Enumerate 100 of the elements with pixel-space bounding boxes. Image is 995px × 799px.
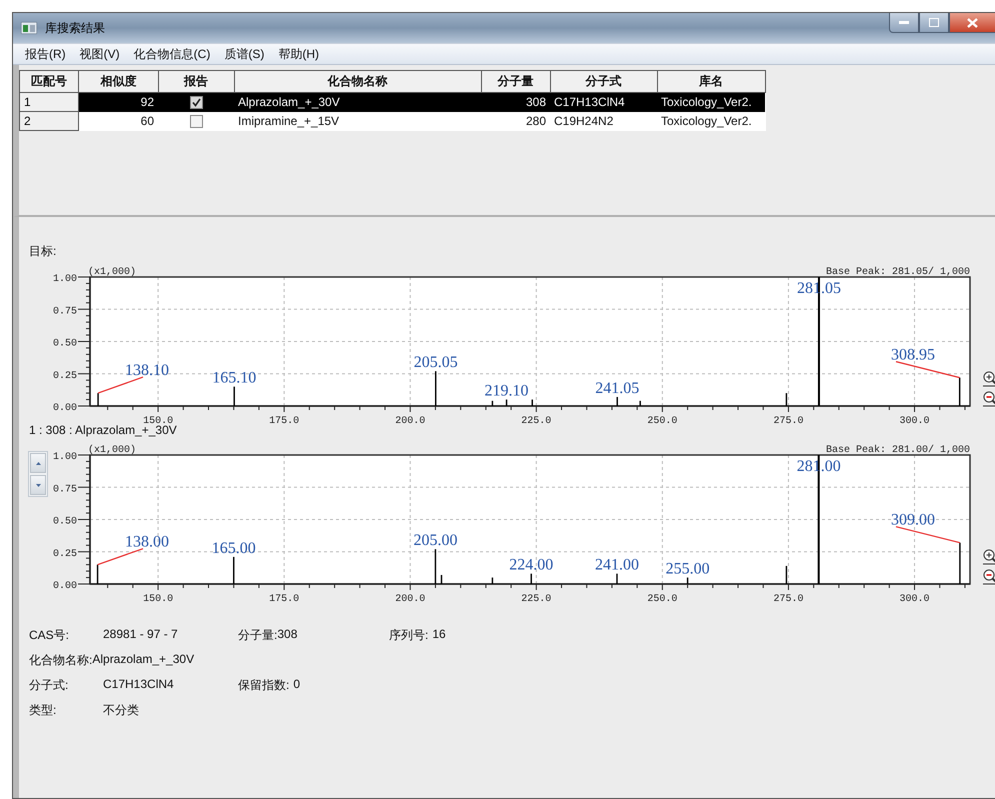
leader-line xyxy=(97,548,144,566)
axis-tick-label: 200.0 xyxy=(395,416,426,427)
axis-tick-label: 0.25 xyxy=(52,548,77,560)
maximize-icon xyxy=(929,18,939,27)
maximize-button[interactable] xyxy=(919,13,949,33)
app-icon xyxy=(21,22,37,34)
column-header[interactable]: 化合物名称 xyxy=(234,70,481,92)
field-value: 308 xyxy=(277,626,298,642)
leader-line xyxy=(896,361,960,378)
row-header[interactable]: 2 xyxy=(20,112,78,130)
column-header[interactable]: 匹配号 xyxy=(20,70,78,92)
zoom-in-icon[interactable] xyxy=(983,371,995,387)
peak-label: 219.10 xyxy=(484,382,529,400)
column-header[interactable]: 相似度 xyxy=(78,70,158,92)
field-label: 序列号: xyxy=(389,626,428,644)
column-header[interactable]: 报告 xyxy=(158,70,234,92)
axis-tick-label: 250.0 xyxy=(647,594,678,605)
axis-tick-label: 150.0 xyxy=(143,594,174,605)
leader-line xyxy=(98,376,144,394)
field-value: 0 xyxy=(293,676,300,692)
checkbox[interactable] xyxy=(190,115,202,128)
peak-label: 138.10 xyxy=(125,362,169,380)
field-value: 16 xyxy=(432,626,446,642)
close-button[interactable] xyxy=(949,13,995,33)
triangle-up-icon xyxy=(36,462,40,464)
leader-line xyxy=(896,526,960,544)
peak-label: 241.00 xyxy=(595,556,639,574)
menu-item[interactable]: 视图(V) xyxy=(80,46,120,62)
peak-label: 165.10 xyxy=(212,370,256,387)
axis-tick-label: 300.0 xyxy=(900,594,930,605)
table-cell: 60 xyxy=(78,112,158,130)
table-cell: 92 xyxy=(78,92,158,112)
menu-item[interactable]: 化合物信息(C) xyxy=(134,46,210,62)
row-header[interactable]: 1 xyxy=(20,92,78,112)
column-header[interactable]: 分子量 xyxy=(481,70,550,92)
peak-label: 165.00 xyxy=(212,540,256,557)
table-cell: C19H24N2 xyxy=(550,112,657,130)
peak-label: 309.00 xyxy=(891,512,935,529)
peak-label: 138.00 xyxy=(125,534,169,551)
axis-tick-label: 0.00 xyxy=(52,403,77,414)
up-button[interactable] xyxy=(30,453,46,473)
down-button[interactable] xyxy=(30,475,46,495)
peak-label: 205.00 xyxy=(413,532,458,550)
checkbox[interactable] xyxy=(190,96,202,110)
axis-tick-label: 0.00 xyxy=(52,581,77,592)
menu-item[interactable]: 帮助(H) xyxy=(278,46,320,62)
axis-tick-label: 200.0 xyxy=(395,594,426,605)
axis-tick-label: 1.00 xyxy=(52,274,77,285)
field-value: C17H13ClN4 xyxy=(103,676,174,692)
field-label: CAS号: xyxy=(29,626,70,644)
field-label: 分子量: xyxy=(238,626,278,644)
field-label: 化合物名称: xyxy=(29,652,92,668)
axis-tick-label: 275.0 xyxy=(773,594,804,605)
axis-tick-label: 225.0 xyxy=(521,594,552,605)
close-icon xyxy=(967,18,978,28)
table-cell: 308 xyxy=(481,92,550,112)
table-cell: C17H13ClN4 xyxy=(550,92,657,112)
scale-label: (x1,000) xyxy=(88,267,136,278)
axis-tick-label: 300.0 xyxy=(900,416,930,427)
menu-item[interactable]: 报告(R) xyxy=(25,46,66,62)
triangle-down-icon xyxy=(36,484,40,486)
table-row[interactable]: 1 92 Alprazolam_+_30V 308 C17H13ClN4 Toxicology_Ver2. xyxy=(20,92,765,112)
window-title: 库搜索结果 xyxy=(45,20,105,36)
scale-label: (x1,000) xyxy=(88,445,136,456)
field-value: Alprazolam_+_30V xyxy=(92,652,194,668)
table-cell: Toxicology_Ver2. xyxy=(657,92,765,112)
zoom-out-icon[interactable] xyxy=(983,391,995,407)
peak-label: 241.05 xyxy=(595,380,640,397)
peak-label: 308.95 xyxy=(891,346,935,364)
axis-tick-label: 0.50 xyxy=(52,516,77,528)
base-peak-label: Base Peak: 281.00/ 1,000 xyxy=(826,445,970,456)
column-header[interactable]: 分子式 xyxy=(550,70,657,92)
peak-label: 224.00 xyxy=(509,556,554,574)
zoom-in-icon[interactable] xyxy=(983,549,995,565)
minimize-icon xyxy=(899,20,909,24)
zoom-out-icon[interactable] xyxy=(983,569,995,585)
table-cell: 280 xyxy=(481,112,550,130)
axis-tick-label: 175.0 xyxy=(269,594,300,605)
column-header[interactable]: 库名 xyxy=(657,70,765,92)
axis-tick-label: 175.0 xyxy=(269,416,300,427)
section-label: 目标: xyxy=(28,243,58,259)
axis-tick-label: 0.25 xyxy=(52,370,77,382)
table-cell: Imipramine_+_15V xyxy=(234,112,481,130)
menu-item[interactable]: 质谱(S) xyxy=(224,46,264,62)
field-value: 28981 - 97 - 7 xyxy=(103,626,178,642)
peak-label: 205.05 xyxy=(414,354,458,372)
minimize-button[interactable] xyxy=(889,13,919,33)
axis-tick-label: 0.75 xyxy=(52,484,77,496)
axis-tick-label: 0.50 xyxy=(52,338,77,350)
axis-tick-label: 1.00 xyxy=(52,452,77,463)
peak-label: 255.00 xyxy=(666,560,710,578)
axis-tick-label: 250.0 xyxy=(647,416,678,427)
axis-tick-label: 0.75 xyxy=(52,306,77,318)
axis-tick-label: 275.0 xyxy=(773,416,804,427)
field-label: 类型: xyxy=(29,702,58,718)
base-peak-label: Base Peak: 281.05/ 1,000 xyxy=(826,267,970,278)
table-cell: Alprazolam_+_30V xyxy=(234,92,481,112)
field-label: 保留指数: xyxy=(238,676,290,694)
field-value: 不分类 xyxy=(103,702,139,718)
table-row[interactable]: 2 60 Imipramine_+_15V 280 C19H24N2 Toxicology_Ver2. xyxy=(20,112,765,130)
